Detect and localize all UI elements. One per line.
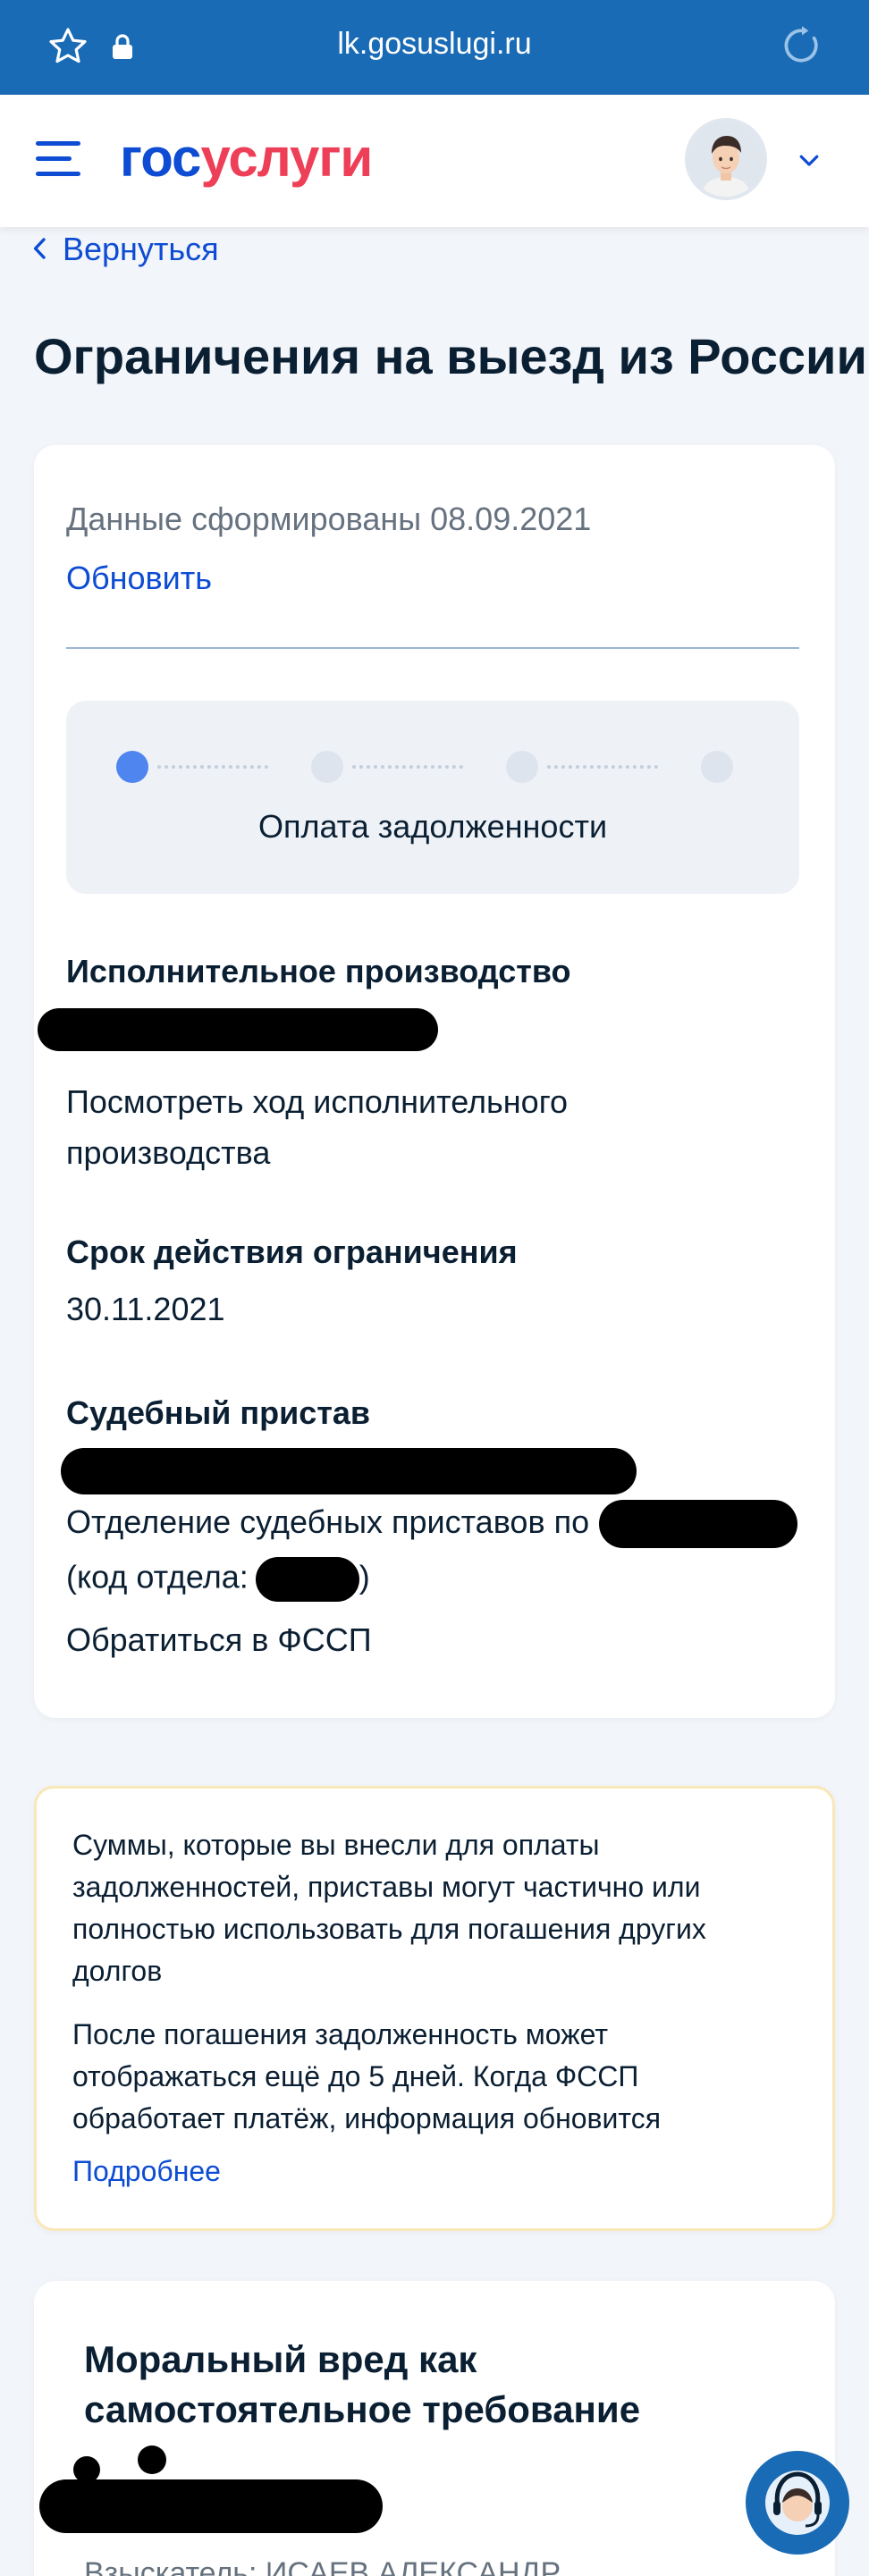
gosuslugi-logo[interactable]: госуслуги [120, 127, 373, 189]
site-header: госуслуги [0, 95, 869, 227]
bailiff-code: (код отдела:) [66, 1557, 370, 1602]
data-generated-date: Данные сформированы 08.09.2021 [66, 501, 592, 537]
step-dot-4 [701, 751, 733, 783]
restriction-card: Данные сформированы 08.09.2021 Обновить … [34, 445, 835, 1718]
step-label: Оплата задолженности [257, 808, 608, 845]
redaction-mark [255, 1557, 359, 1602]
redaction-mark [61, 1448, 637, 1494]
notice-paragraph-1: Суммы, которые вы внесли для оплаты задо… [72, 1829, 706, 1987]
step-connector [547, 765, 658, 769]
proceeding-progress-link[interactable]: Посмотреть ход исполнительного производс… [66, 1076, 692, 1178]
more-link[interactable]: Подробнее [72, 2155, 221, 2188]
bailiff-code-prefix: (код отдела: [66, 1558, 249, 1595]
proceeding-title: Моральный вред как самостоятельное требо… [84, 2338, 641, 2430]
reload-icon[interactable] [780, 23, 824, 72]
step-dot-3 [506, 751, 538, 783]
back-link-label: Вернуться [63, 231, 219, 267]
claimant-text: Взыскатель: ИСАЕВ АЛЕКСАНДР [84, 2556, 561, 2576]
support-operator-icon [746, 2471, 849, 2558]
address-bar-url[interactable]: lk.gosuslugi.ru [0, 27, 869, 62]
proceeding-card: Моральный вред как самостоятельное требо… [34, 2281, 835, 2576]
redaction-mark [138, 2446, 166, 2474]
step-connector [352, 765, 463, 769]
bailiff-code-suffix: ) [359, 1558, 370, 1595]
refresh-link[interactable]: Обновить [66, 560, 212, 597]
notice-paragraph-2: После погашения задолженность может отоб… [72, 2018, 662, 2134]
chevron-down-icon[interactable] [796, 147, 823, 178]
hamburger-menu-icon[interactable] [36, 141, 80, 177]
logo-part-gos: гос [120, 128, 201, 188]
divider [66, 647, 799, 649]
chevron-left-icon [32, 231, 46, 268]
redaction-mark [38, 1008, 438, 1051]
logo-part-uslugi: услуги [200, 128, 373, 188]
redaction-mark [39, 2479, 383, 2533]
term-value: 30.11.2021 [66, 1291, 225, 1327]
contact-fssp-link[interactable]: Обратиться в ФССП [66, 1621, 372, 1659]
term-heading: Срок действия ограничения [66, 1233, 518, 1270]
redaction-mark [599, 1500, 797, 1548]
status-stepper: Оплата задолженности [66, 701, 799, 894]
support-chat-button[interactable] [746, 2451, 849, 2555]
step-dot-2 [311, 751, 343, 783]
page-title: Ограничения на выезд из России [34, 328, 867, 384]
browser-bar: lk.gosuslugi.ru [0, 0, 869, 95]
proceeding-heading: Исполнительное производство [66, 953, 571, 989]
step-dot-1-active [116, 751, 148, 783]
bailiff-department: Отделение судебных приставов по [66, 1503, 590, 1540]
payment-notice: Суммы, которые вы внесли для оплаты задо… [34, 1786, 835, 2231]
back-link[interactable]: Вернуться [32, 229, 219, 270]
bailiff-heading: Судебный пристав [66, 1394, 371, 1431]
user-avatar[interactable] [685, 118, 767, 200]
step-connector [157, 765, 268, 769]
